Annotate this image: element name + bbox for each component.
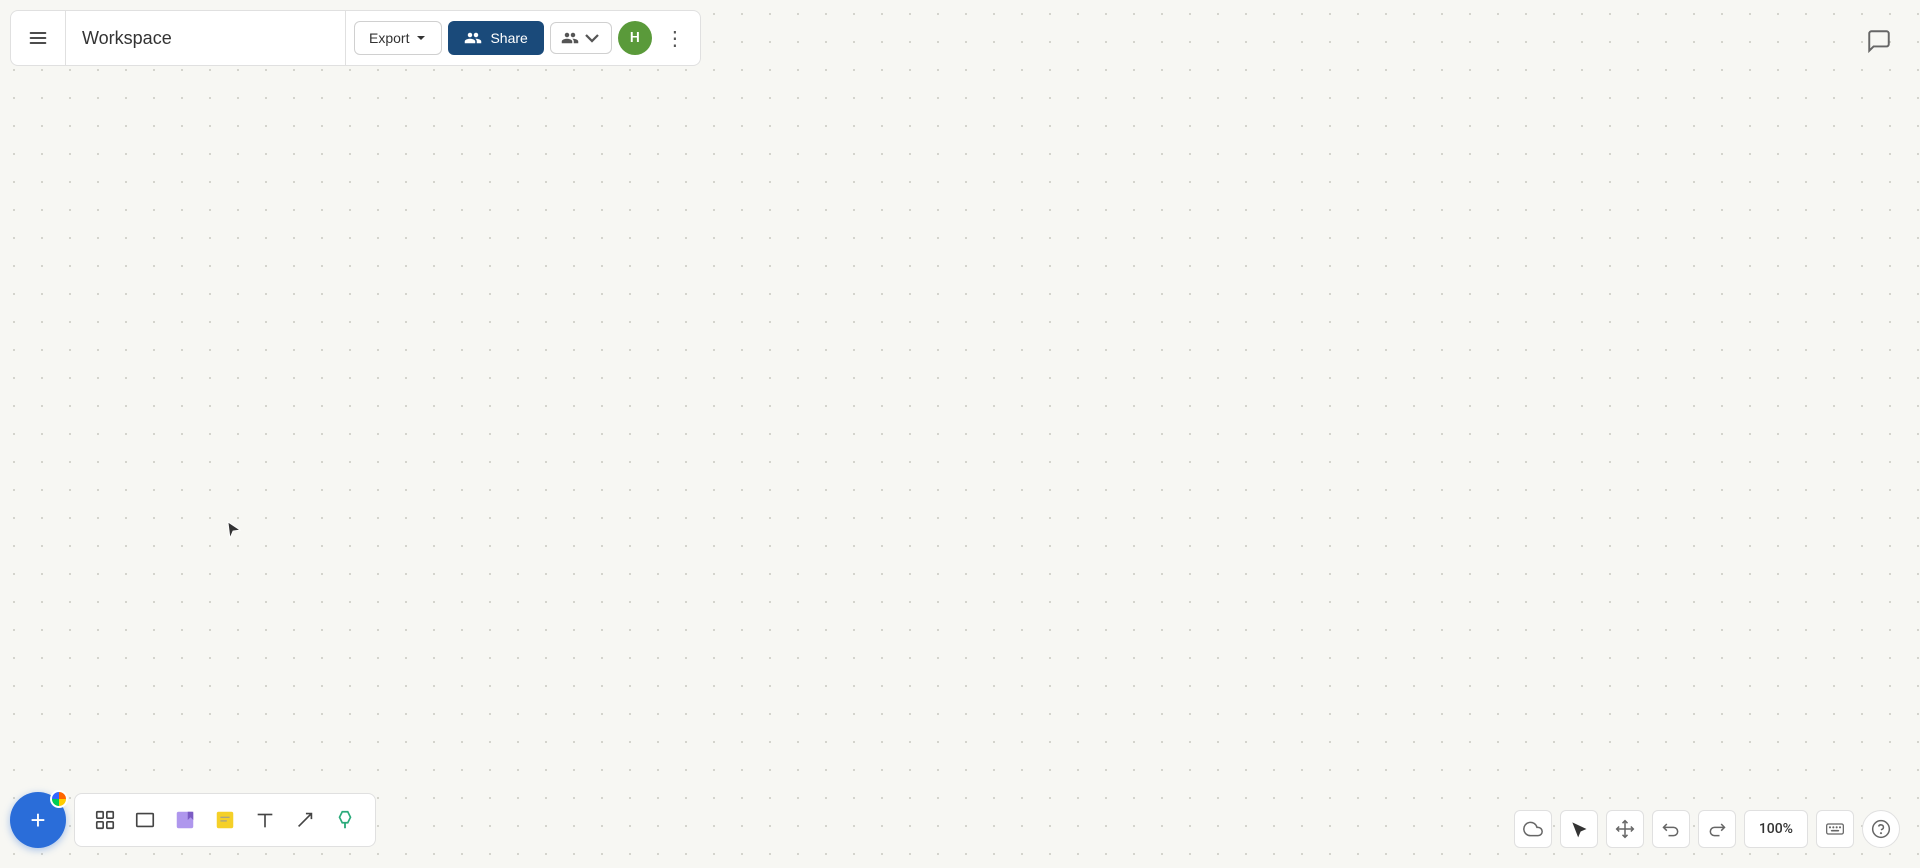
frames-icon [94, 809, 116, 831]
user-avatar[interactable]: H [618, 21, 652, 55]
cloud-save-button[interactable] [1514, 810, 1552, 848]
frames-tool-button[interactable] [85, 800, 125, 840]
help-icon [1871, 819, 1891, 839]
cursor-tool-button[interactable] [1560, 810, 1598, 848]
keyboard-shortcuts-button[interactable] [1816, 810, 1854, 848]
redo-icon [1707, 819, 1727, 839]
tool-group [74, 793, 376, 847]
canvas[interactable] [0, 0, 1920, 868]
more-options-button[interactable]: ⋮ [658, 21, 692, 55]
collaborators-icon [561, 29, 579, 47]
top-toolbar: Export Share H ⋮ [10, 10, 701, 66]
note-tool-button[interactable] [205, 800, 245, 840]
toolbar-actions: Export Share H ⋮ [346, 10, 701, 66]
collaborators-button[interactable] [550, 22, 612, 54]
collab-chevron-icon [583, 29, 601, 47]
line-tool-button[interactable] [285, 800, 325, 840]
chat-icon [1866, 28, 1892, 54]
chevron-down-icon [415, 32, 427, 44]
help-button[interactable] [1862, 810, 1900, 848]
title-area [66, 10, 346, 66]
note-icon [214, 809, 236, 831]
add-badge [50, 790, 68, 808]
rectangle-icon [134, 809, 156, 831]
sticky-tool-button[interactable] [165, 800, 205, 840]
move-tool-button[interactable] [1606, 810, 1644, 848]
line-icon [294, 809, 316, 831]
share-label: Share [490, 30, 527, 46]
highlight-tool-button[interactable] [325, 800, 365, 840]
zoom-value: 100% [1759, 821, 1793, 837]
sticky-icon [174, 809, 196, 831]
text-icon [254, 809, 276, 831]
export-label: Export [369, 30, 409, 46]
move-icon [1615, 819, 1635, 839]
keyboard-icon [1825, 819, 1845, 839]
bottom-toolbar: + [10, 792, 376, 848]
undo-button[interactable] [1652, 810, 1690, 848]
rectangle-tool-button[interactable] [125, 800, 165, 840]
workspace-title-input[interactable] [82, 28, 329, 49]
text-tool-button[interactable] [245, 800, 285, 840]
zoom-display[interactable]: 100% [1744, 810, 1808, 848]
cursor-icon [1569, 819, 1589, 839]
undo-icon [1661, 819, 1681, 839]
highlight-icon [334, 809, 356, 831]
add-button[interactable]: + [10, 792, 66, 848]
chat-button[interactable] [1858, 20, 1900, 62]
bottom-right-toolbar: 100% [1514, 810, 1900, 848]
add-icon: + [30, 807, 45, 833]
cloud-icon [1523, 819, 1543, 839]
menu-button[interactable] [10, 10, 66, 66]
share-button[interactable]: Share [448, 21, 543, 55]
export-button[interactable]: Export [354, 21, 442, 55]
redo-button[interactable] [1698, 810, 1736, 848]
share-people-icon [464, 29, 482, 47]
